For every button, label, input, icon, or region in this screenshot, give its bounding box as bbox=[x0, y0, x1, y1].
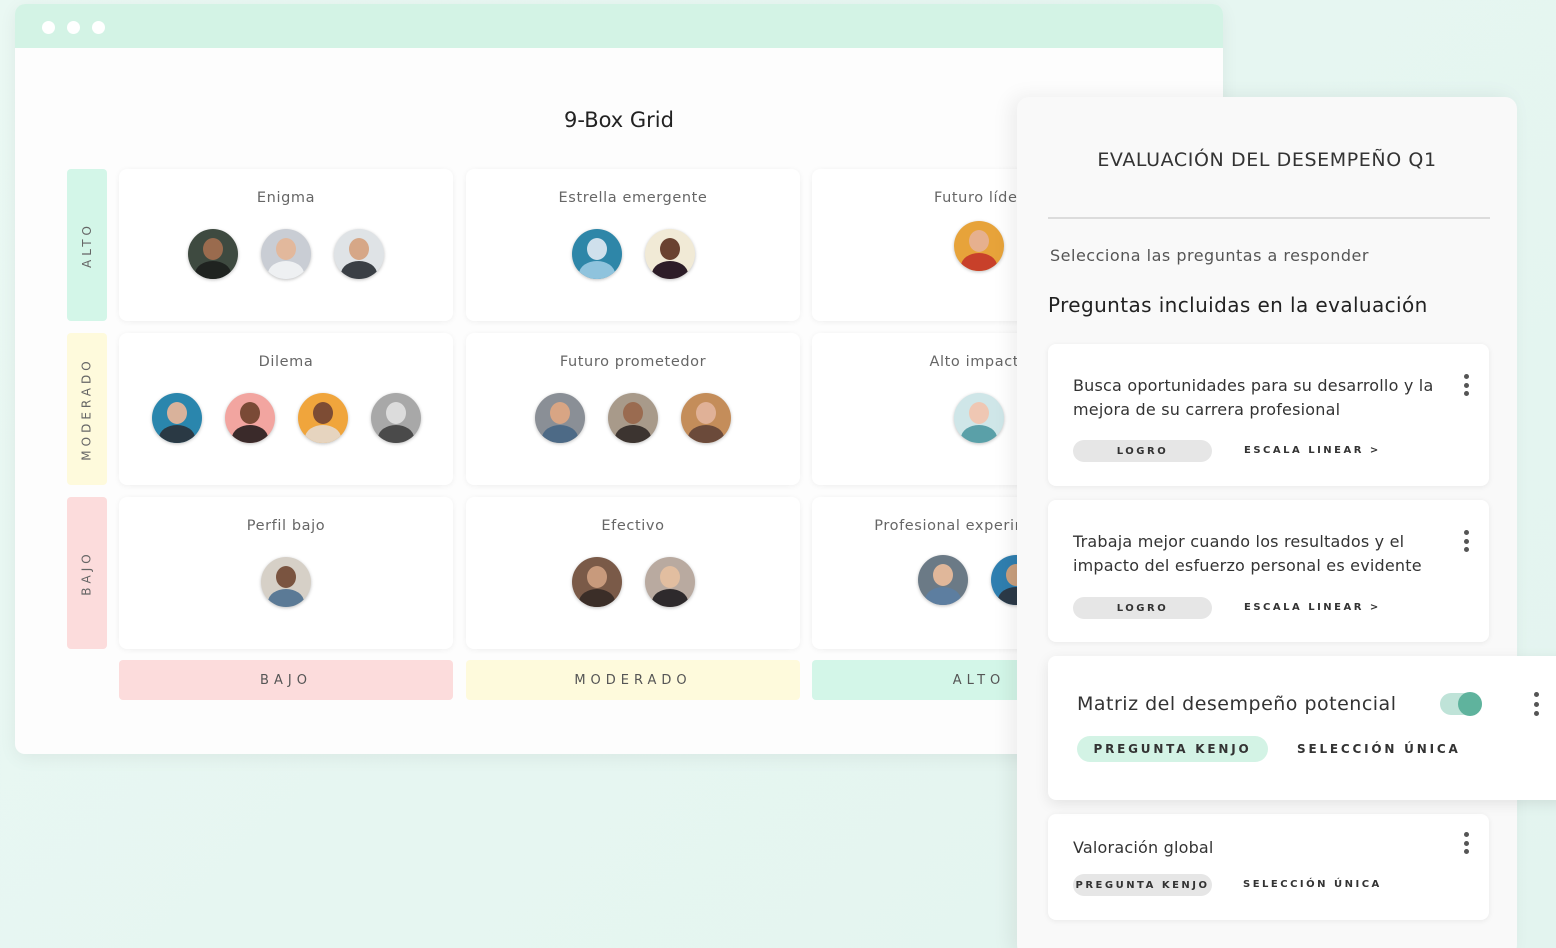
avatar[interactable] bbox=[608, 393, 658, 443]
include-question-toggle[interactable] bbox=[1440, 692, 1482, 716]
avatar[interactable] bbox=[297, 393, 348, 443]
row-label-moderado: MODERADO bbox=[67, 333, 107, 485]
row-label-bajo: BAJO bbox=[67, 497, 107, 649]
more-options-icon[interactable] bbox=[1458, 528, 1474, 554]
cell-title: Perfil bajo bbox=[246, 518, 326, 534]
question-text: Matriz del desempeño potencial bbox=[1077, 693, 1397, 715]
col-label-bajo: BAJO bbox=[119, 660, 453, 700]
cell-futuro-prometedor[interactable]: Futuro prometedor bbox=[466, 333, 800, 485]
avatar[interactable] bbox=[224, 393, 275, 443]
avatar[interactable] bbox=[681, 393, 731, 443]
cell-estrella-emergente[interactable]: Estrella emergente bbox=[466, 169, 800, 321]
question-tag: LOGRO bbox=[1073, 440, 1212, 462]
window-maximize-dot[interactable] bbox=[92, 21, 105, 34]
toggle-knob bbox=[1458, 692, 1482, 716]
avatar[interactable] bbox=[261, 229, 311, 279]
more-options-icon[interactable] bbox=[1458, 830, 1474, 856]
cell-title: Estrella emergente bbox=[558, 190, 708, 206]
question-card[interactable]: Valoración global PREGUNTA KENJO SELECCI… bbox=[1048, 814, 1489, 920]
window-close-dot[interactable] bbox=[42, 21, 55, 34]
avatar[interactable] bbox=[188, 229, 238, 279]
row-label-text: MODERADO bbox=[80, 357, 94, 461]
avatar[interactable] bbox=[954, 221, 1004, 271]
question-tag: PREGUNTA KENJO bbox=[1077, 736, 1268, 762]
question-text: Valoración global bbox=[1073, 838, 1214, 857]
question-tag: PREGUNTA KENJO bbox=[1073, 874, 1212, 896]
panel-subtitle: Selecciona las preguntas a responder bbox=[1050, 246, 1369, 265]
cell-title: Dilema bbox=[258, 354, 314, 370]
row-label-text: ALTO bbox=[80, 221, 94, 269]
cell-title: Futuro prometedor bbox=[559, 354, 707, 370]
question-card[interactable]: Busca oportunidades para su desarrollo y… bbox=[1048, 344, 1489, 486]
avatar[interactable] bbox=[917, 555, 968, 605]
evaluation-panel: EVALUACIÓN DEL DESEMPEÑO Q1 Selecciona l… bbox=[1017, 97, 1517, 948]
cell-dilema[interactable]: Dilema bbox=[119, 333, 453, 485]
cell-title: Efectivo bbox=[601, 518, 665, 534]
question-tag: LOGRO bbox=[1073, 597, 1212, 619]
question-type-label: SELECCIÓN ÚNICA bbox=[1297, 742, 1461, 756]
avatar[interactable] bbox=[334, 229, 384, 279]
row-label-text: BAJO bbox=[80, 550, 94, 596]
avatar[interactable] bbox=[261, 557, 311, 607]
col-label-moderado: MODERADO bbox=[466, 660, 800, 700]
panel-heading: Preguntas incluidas en la evaluación bbox=[1048, 293, 1428, 317]
panel-divider bbox=[1048, 217, 1490, 219]
avatar[interactable] bbox=[535, 393, 585, 443]
window-minimize-dot[interactable] bbox=[67, 21, 80, 34]
avatar[interactable] bbox=[571, 557, 622, 607]
cell-efectivo[interactable]: Efectivo bbox=[466, 497, 800, 649]
row-label-alto: ALTO bbox=[67, 169, 107, 321]
avatar[interactable] bbox=[644, 557, 695, 607]
more-options-icon[interactable] bbox=[1528, 690, 1544, 718]
question-type-label: SELECCIÓN ÚNICA bbox=[1243, 879, 1382, 890]
question-text: Busca oportunidades para su desarrollo y… bbox=[1073, 376, 1434, 419]
cell-title: Enigma bbox=[256, 190, 316, 206]
panel-title: EVALUACIÓN DEL DESEMPEÑO Q1 bbox=[1097, 149, 1437, 171]
avatar[interactable] bbox=[151, 393, 202, 443]
avatar[interactable] bbox=[370, 393, 421, 443]
question-card[interactable]: Trabaja mejor cuando los resultados y el… bbox=[1048, 500, 1489, 642]
avatar[interactable] bbox=[954, 393, 1004, 443]
question-card-highlighted[interactable]: Matriz del desempeño potencial PREGUNTA … bbox=[1048, 656, 1556, 800]
cell-enigma[interactable]: Enigma bbox=[119, 169, 453, 321]
window-titlebar bbox=[15, 4, 1223, 48]
avatar[interactable] bbox=[571, 229, 622, 279]
avatar[interactable] bbox=[644, 229, 695, 279]
question-type-link[interactable]: ESCALA LINEAR > bbox=[1244, 445, 1381, 456]
question-type-link[interactable]: ESCALA LINEAR > bbox=[1244, 602, 1381, 613]
cell-perfil-bajo[interactable]: Perfil bajo bbox=[119, 497, 453, 649]
more-options-icon[interactable] bbox=[1458, 372, 1474, 398]
question-text: Trabaja mejor cuando los resultados y el… bbox=[1073, 532, 1422, 575]
